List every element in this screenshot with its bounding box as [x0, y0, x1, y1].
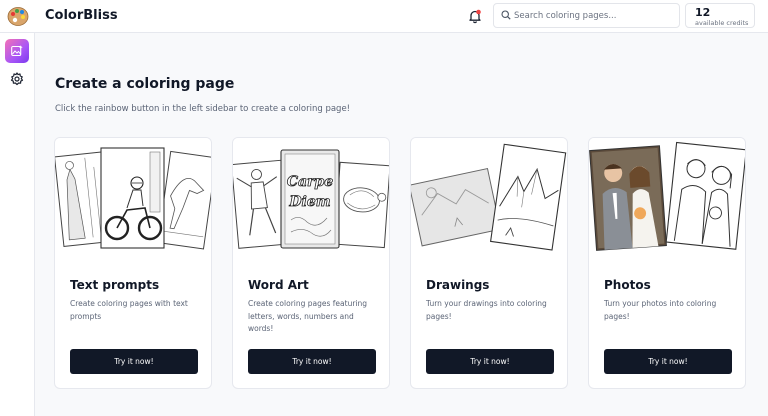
credits-count: 12	[695, 6, 711, 19]
try-drawings-button[interactable]: Try it now!	[426, 349, 554, 374]
word-art-text-1: Carpe	[287, 174, 333, 190]
card-title: Photos	[604, 278, 651, 292]
create-coloring-page-button[interactable]	[5, 39, 29, 63]
try-text-prompts-button[interactable]: Try it now!	[70, 349, 198, 374]
card-description: Create coloring pages with text prompts	[70, 299, 188, 321]
page-subtitle: Click the rainbow button in the left sid…	[55, 104, 351, 114]
card-drawings[interactable]: Drawings Turn your drawings into colorin…	[410, 137, 568, 389]
card-title: Drawings	[426, 278, 490, 292]
settings-gear-icon[interactable]	[10, 71, 24, 90]
image-sparkle-icon	[11, 45, 23, 57]
card-description: Turn your drawings into coloring pages!	[426, 299, 547, 321]
credits-label: available credits	[695, 19, 749, 27]
card-title: Text prompts	[70, 278, 160, 292]
card-text-prompts[interactable]: Text prompts Create coloring pages with …	[54, 137, 212, 389]
search-box[interactable]	[493, 3, 680, 28]
brand-name[interactable]: ColorBliss	[45, 8, 118, 23]
palette-logo-icon[interactable]	[7, 5, 29, 27]
word-art-illustration: Carpe Diem	[233, 138, 389, 255]
try-word-art-button[interactable]: Try it now!	[248, 349, 376, 374]
try-photos-button[interactable]: Try it now!	[604, 349, 732, 374]
main-content: Create a coloring page Click the rainbow…	[35, 33, 768, 416]
photos-illustration	[589, 138, 745, 255]
card-description: Create coloring pages featuring letters,…	[248, 299, 368, 333]
card-photos[interactable]: Photos Turn your photos into coloring pa…	[588, 137, 746, 389]
card-description: Turn your photos into coloring pages!	[604, 299, 717, 321]
top-bar: ColorBliss 12 available credits	[0, 0, 768, 33]
page-title: Create a coloring page	[55, 76, 235, 92]
word-art-text-2: Diem	[288, 194, 330, 210]
card-word-art[interactable]: Carpe Diem Word Art Create coloring page…	[232, 137, 390, 389]
text-prompts-illustration	[55, 138, 211, 255]
search-icon	[501, 10, 511, 20]
notification-bell-icon[interactable]	[467, 8, 483, 24]
search-input[interactable]	[514, 7, 674, 25]
card-title: Word Art	[248, 278, 309, 292]
credits-counter[interactable]: 12 available credits	[685, 3, 755, 28]
drawings-illustration	[411, 138, 567, 255]
sidebar	[0, 33, 35, 416]
